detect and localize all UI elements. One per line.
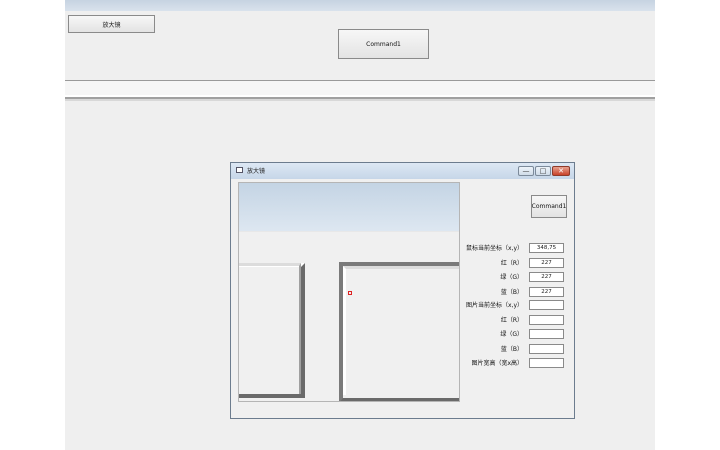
- magnified-edge: [239, 231, 459, 232]
- divider-line: [65, 95, 655, 101]
- image-blue-field[interactable]: [529, 344, 564, 354]
- mouse-coord-field[interactable]: 348,75: [529, 243, 564, 253]
- magnified-panel-right-inner: [343, 266, 459, 395]
- app-icon: [236, 167, 243, 173]
- image-red-field[interactable]: [529, 315, 564, 325]
- image-coord-label: 图片当前坐标（x,y）: [465, 302, 523, 309]
- maximize-button[interactable]: □: [535, 166, 551, 176]
- green-label: 绿（G）: [500, 274, 523, 281]
- magnifier-window: 放大镜 — □ ✕ Command1 鼠标当前坐标（x,y） 348,75 红（…: [230, 162, 575, 419]
- blue-label: 蓝（B）: [500, 289, 523, 296]
- red-label: 红（R）: [500, 260, 523, 267]
- image-size-field[interactable]: [529, 358, 564, 368]
- image-size-label: 图片宽高（宽x高）: [471, 360, 523, 367]
- command1-button[interactable]: Command1: [531, 195, 567, 218]
- image-blue-label: 蓝（B）: [500, 346, 523, 353]
- magnifier-button[interactable]: 放大镜: [68, 15, 155, 33]
- close-button[interactable]: ✕: [552, 166, 570, 176]
- red-field[interactable]: 227: [529, 258, 564, 268]
- magnified-view[interactable]: [238, 182, 460, 402]
- magnified-panel-left-inner: [239, 263, 301, 394]
- magnified-titlebar-area: [239, 183, 459, 231]
- command1-button[interactable]: Command1: [338, 29, 429, 59]
- image-green-label: 绿（G）: [500, 331, 523, 338]
- title-strip: [65, 0, 655, 11]
- image-green-field[interactable]: [529, 329, 564, 339]
- minimize-button[interactable]: —: [518, 166, 534, 176]
- cursor-marker: [348, 291, 352, 295]
- blue-field[interactable]: 227: [529, 287, 564, 297]
- image-coord-field[interactable]: [529, 300, 564, 310]
- image-red-label: 红（R）: [500, 317, 523, 324]
- window-title: 放大镜: [247, 168, 266, 175]
- window-titlebar[interactable]: 放大镜 — □ ✕: [231, 163, 574, 179]
- green-field[interactable]: 227: [529, 272, 564, 282]
- mouse-coord-label: 鼠标当前坐标（x,y）: [465, 245, 523, 252]
- divider-band: [65, 81, 655, 95]
